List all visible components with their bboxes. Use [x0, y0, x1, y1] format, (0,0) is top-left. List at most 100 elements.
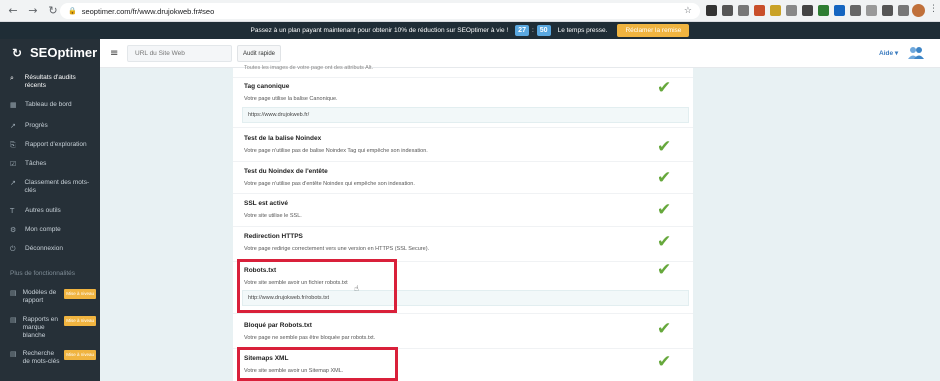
sidebar-item-crawl-report[interactable]: ⎘ Rapport d'exploration — [10, 141, 96, 149]
sidebar-item-keyword-ranking[interactable]: ↗ Classement des mots-clés — [10, 179, 96, 195]
check-url: https://www.drujokweb.fr/ — [248, 112, 310, 118]
sidebar-item-recent-audits[interactable]: ⌕ Résultats d'audits récents — [10, 74, 96, 90]
logo-icon: ↻ — [12, 45, 23, 60]
promo-banner: Passez à un plan payant maintenant pour … — [0, 22, 940, 39]
extension-icon[interactable] — [770, 5, 781, 16]
check-pass-icon: ✔ — [657, 232, 672, 252]
promo-text: Passez à un plan payant maintenant pour … — [250, 27, 509, 34]
sidebar-item-other-tools[interactable]: T Autres outils — [10, 207, 96, 215]
check-pass-icon: ✔ — [657, 200, 672, 220]
sidebar-item-white-label[interactable]: ▤ Rapports en marque blanche Mise à nive… — [10, 316, 96, 340]
extension-icon[interactable] — [802, 5, 813, 16]
quick-audit-button[interactable]: Audit rapide — [237, 45, 281, 62]
check-pass-icon: ✔ — [657, 352, 672, 372]
sidebar: ↻ SEOptimer ⌕ Résultats d'audits récents… — [0, 39, 100, 381]
divider — [233, 77, 693, 78]
grid-icon: ▦ — [10, 101, 17, 109]
timer-seconds: 50 — [536, 25, 551, 36]
sidebar-item-label: Tâches — [25, 160, 47, 167]
check-desc: Toutes les images de votre page ont des … — [244, 65, 374, 71]
address-url[interactable]: seoptimer.com/fr/www.drujokweb.fr#seo — [82, 7, 215, 16]
sidebar-item-label: Rapport d'exploration — [25, 141, 87, 148]
claim-discount-button[interactable]: Réclamer la remise — [617, 24, 690, 37]
check-pass-icon: ✔ — [657, 319, 672, 339]
mouse-cursor-icon: ☝ — [354, 284, 359, 293]
sidebar-item-logout[interactable]: ⏻ Déconnexion — [10, 245, 96, 253]
address-bar[interactable]: 🔒 seoptimer.com/fr/www.drujokweb.fr#seo … — [60, 3, 700, 19]
menu-icon[interactable]: ≡ — [110, 48, 118, 59]
profile-avatar[interactable] — [912, 4, 925, 17]
tools-icon: T — [10, 207, 15, 215]
search-icon: ⌕ — [10, 74, 14, 82]
lock-icon: 🔒 — [68, 7, 77, 15]
account-icon: ⚙ — [10, 226, 17, 234]
sidebar-item-account[interactable]: ⚙ Mon compte — [10, 226, 96, 234]
extension-icon[interactable] — [706, 5, 717, 16]
promo-hurry: Le temps presse. — [557, 27, 608, 34]
timer-minutes: 27 — [515, 25, 529, 36]
logo[interactable]: ↻ SEOptimer — [12, 45, 97, 60]
sidebar-item-label: Classement des mots-clés — [24, 179, 90, 194]
divider — [233, 127, 693, 128]
extensions-bar — [706, 5, 909, 16]
sidebar-item-dashboard[interactable]: ▦ Tableau de bord — [10, 101, 96, 109]
extension-icon[interactable] — [722, 5, 733, 16]
upgrade-badge[interactable]: Mise à niveau — [64, 289, 96, 299]
sidebar-item-label: Déconnexion — [25, 245, 63, 252]
check-title: SSL est activé — [244, 200, 288, 207]
check-pass-icon: ✔ — [657, 78, 672, 98]
check-desc: Votre page redirige correctement vers un… — [244, 246, 430, 252]
users-icon[interactable] — [908, 46, 924, 60]
check-pass-icon: ✔ — [657, 260, 672, 280]
robots-highlight-box — [237, 259, 397, 313]
divider — [233, 161, 693, 162]
upgrade-badge[interactable]: Mise à niveau — [64, 316, 96, 326]
sidebar-item-progress[interactable]: ↗ Progrès — [10, 122, 96, 130]
check-pass-icon: ✔ — [657, 168, 672, 188]
keyword-icon: ▤ — [10, 350, 17, 358]
divider — [233, 313, 693, 314]
template-icon: ▤ — [10, 289, 17, 297]
extension-icon[interactable] — [754, 5, 765, 16]
check-desc: Votre page n'utilise pas d'entête Noinde… — [244, 181, 415, 187]
check-title: Test de la balise Noindex — [244, 135, 322, 142]
tasks-icon: ☑ — [10, 160, 17, 168]
back-icon[interactable]: ← — [6, 4, 20, 18]
forward-icon[interactable]: → — [26, 4, 40, 18]
check-title: Redirection HTTPS — [244, 233, 303, 240]
upgrade-badge[interactable]: Mise à niveau — [64, 350, 96, 360]
extension-icon[interactable] — [898, 5, 909, 16]
seo-results-panel: Toutes les images de votre page ont des … — [233, 65, 693, 381]
sidebar-item-label: Rapports en marque blanche — [22, 316, 59, 339]
sidebar-item-label: Mon compte — [25, 226, 61, 233]
bookmark-star-icon[interactable]: ☆ — [684, 6, 692, 16]
check-desc: Votre page utilise la balise Canonique. — [244, 96, 338, 102]
extension-icon[interactable] — [866, 5, 877, 16]
sidebar-item-report-templates[interactable]: ▤ Modèles de rapport Mise à niveau — [10, 289, 96, 305]
extension-icon[interactable] — [738, 5, 749, 16]
check-pass-icon: ✔ — [657, 137, 672, 157]
sidebar-item-keyword-research[interactable]: ▤ Recherche de mots-clés Mise à niveau — [10, 350, 96, 366]
ranking-icon: ↗ — [10, 179, 16, 187]
check-desc: Votre page ne semble pas être bloquée pa… — [244, 335, 376, 341]
browser-menu-icon[interactable]: ⋮ — [929, 4, 938, 14]
help-dropdown[interactable]: Aide ▾ — [879, 49, 898, 57]
extension-icon[interactable] — [834, 5, 845, 16]
sidebar-item-label: Tableau de bord — [25, 101, 72, 108]
check-title: Test du Noindex de l'entête — [244, 168, 328, 175]
extension-icon[interactable] — [818, 5, 829, 16]
sidebar-item-label: Autres outils — [25, 207, 61, 214]
logo-text: SEOptimer — [30, 45, 98, 60]
reload-icon[interactable]: ↻ — [46, 4, 60, 18]
divider — [233, 226, 693, 227]
url-input[interactable] — [127, 45, 232, 62]
extension-icon[interactable] — [850, 5, 861, 16]
extension-icon[interactable] — [882, 5, 893, 16]
browser-toolbar: ← → ↻ ⌂ 🔒 seoptimer.com/fr/www.drujokweb… — [0, 0, 940, 22]
sidebar-section-title: Plus de fonctionnalités — [10, 270, 76, 277]
check-title: Tag canonique — [244, 83, 290, 90]
sidebar-item-tasks[interactable]: ☑ Tâches — [10, 160, 96, 168]
crawl-icon: ⎘ — [10, 141, 16, 149]
sidebar-item-label: Résultats d'audits récents — [24, 74, 76, 89]
extension-icon[interactable] — [786, 5, 797, 16]
